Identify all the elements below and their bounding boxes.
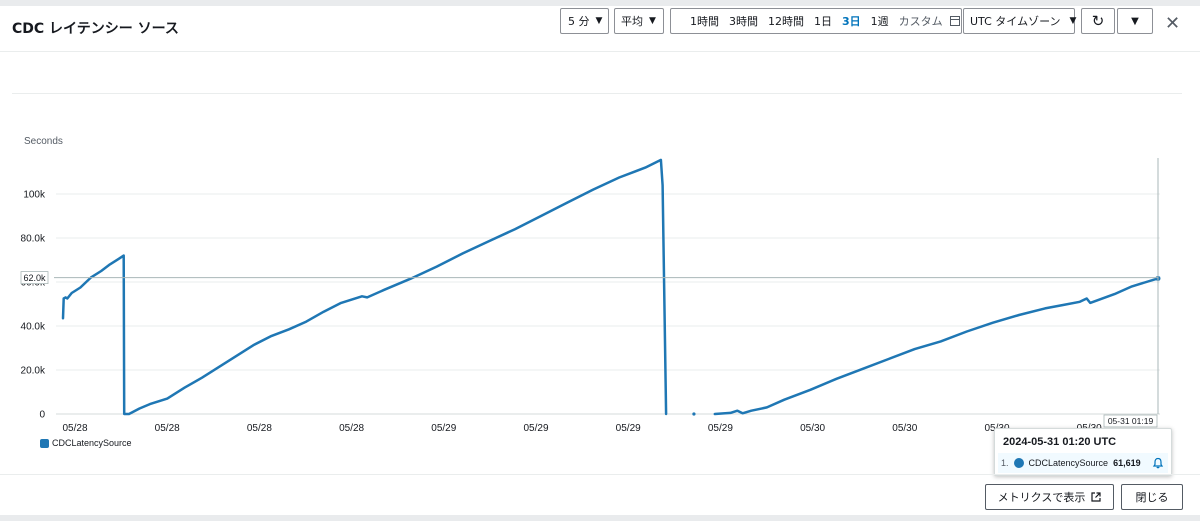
y-tick-label: 20.0k (21, 366, 46, 377)
bottom-strip (0, 515, 1200, 521)
y-axis-label: Seconds (24, 136, 63, 147)
cursor-time-label: 05-31 01:19 (1108, 416, 1154, 426)
tooltip-index: 1. (1001, 458, 1009, 468)
tooltip-series-row: 1. CDCLatencySource 61,619 (998, 453, 1168, 473)
x-tick-label: 05/28 (62, 423, 87, 434)
close-button-label: 閉じる (1135, 491, 1169, 504)
x-tick-label: 05/30 (892, 423, 917, 434)
footer-divider (0, 474, 1200, 475)
external-link-icon (1091, 492, 1101, 502)
y-tick-label: 0 (39, 410, 45, 421)
x-tick-label: 05/28 (247, 423, 272, 434)
latency-line-chart: Seconds 020.0k40.0k60.0k80.0k100k 05/280… (20, 136, 1161, 434)
tooltip-time: 2024-05-31 01:20 UTC (1003, 436, 1117, 448)
crosshair-value-label: 62.0k (23, 273, 46, 283)
x-tick-label: 05/30 (800, 423, 825, 434)
x-ticks: 05/28 05/28 05/28 05/28 05/29 05/29 05/29 05/29… (62, 423, 1102, 434)
view-in-metrics-button[interactable]: メトリクスで表示 (985, 484, 1114, 510)
x-tick-label: 05/28 (339, 423, 364, 434)
series-line (713, 277, 1160, 416)
x-tick-label: 05/29 (523, 423, 548, 434)
legend-label: CDCLatencySource (52, 438, 132, 448)
x-tick-label: 05/29 (431, 423, 456, 434)
series-color-dot (1013, 458, 1024, 468)
y-tick-label: 100k (23, 190, 46, 201)
bell-icon[interactable] (1152, 457, 1164, 469)
series-layer (61, 158, 1161, 416)
view-in-metrics-label: メトリクスで表示 (997, 491, 1086, 504)
x-tick-label: 05/29 (616, 423, 641, 434)
crosshair-layer: 62.0k 05-31 01:19 (20, 158, 1159, 428)
tooltip-value: 61,619 (1113, 458, 1141, 468)
grid-layer (56, 158, 1160, 415)
y-ticks: 020.0k40.0k60.0k80.0k100k (21, 190, 46, 421)
chart-legend[interactable]: CDCLatencySource (40, 438, 132, 448)
x-tick-label: 05/29 (708, 423, 733, 434)
close-button[interactable]: 閉じる (1121, 484, 1183, 510)
series-point (692, 412, 696, 416)
data-tooltip: 2024-05-31 01:20 UTC 1. CDCLatencySource… (994, 428, 1172, 476)
legend-swatch (40, 438, 49, 448)
y-tick-label: 80.0k (21, 234, 46, 245)
tooltip-series-name: CDCLatencySource (1028, 458, 1109, 468)
series-line (61, 158, 668, 416)
x-tick-label: 05/28 (155, 423, 180, 434)
y-tick-label: 40.0k (21, 322, 46, 333)
